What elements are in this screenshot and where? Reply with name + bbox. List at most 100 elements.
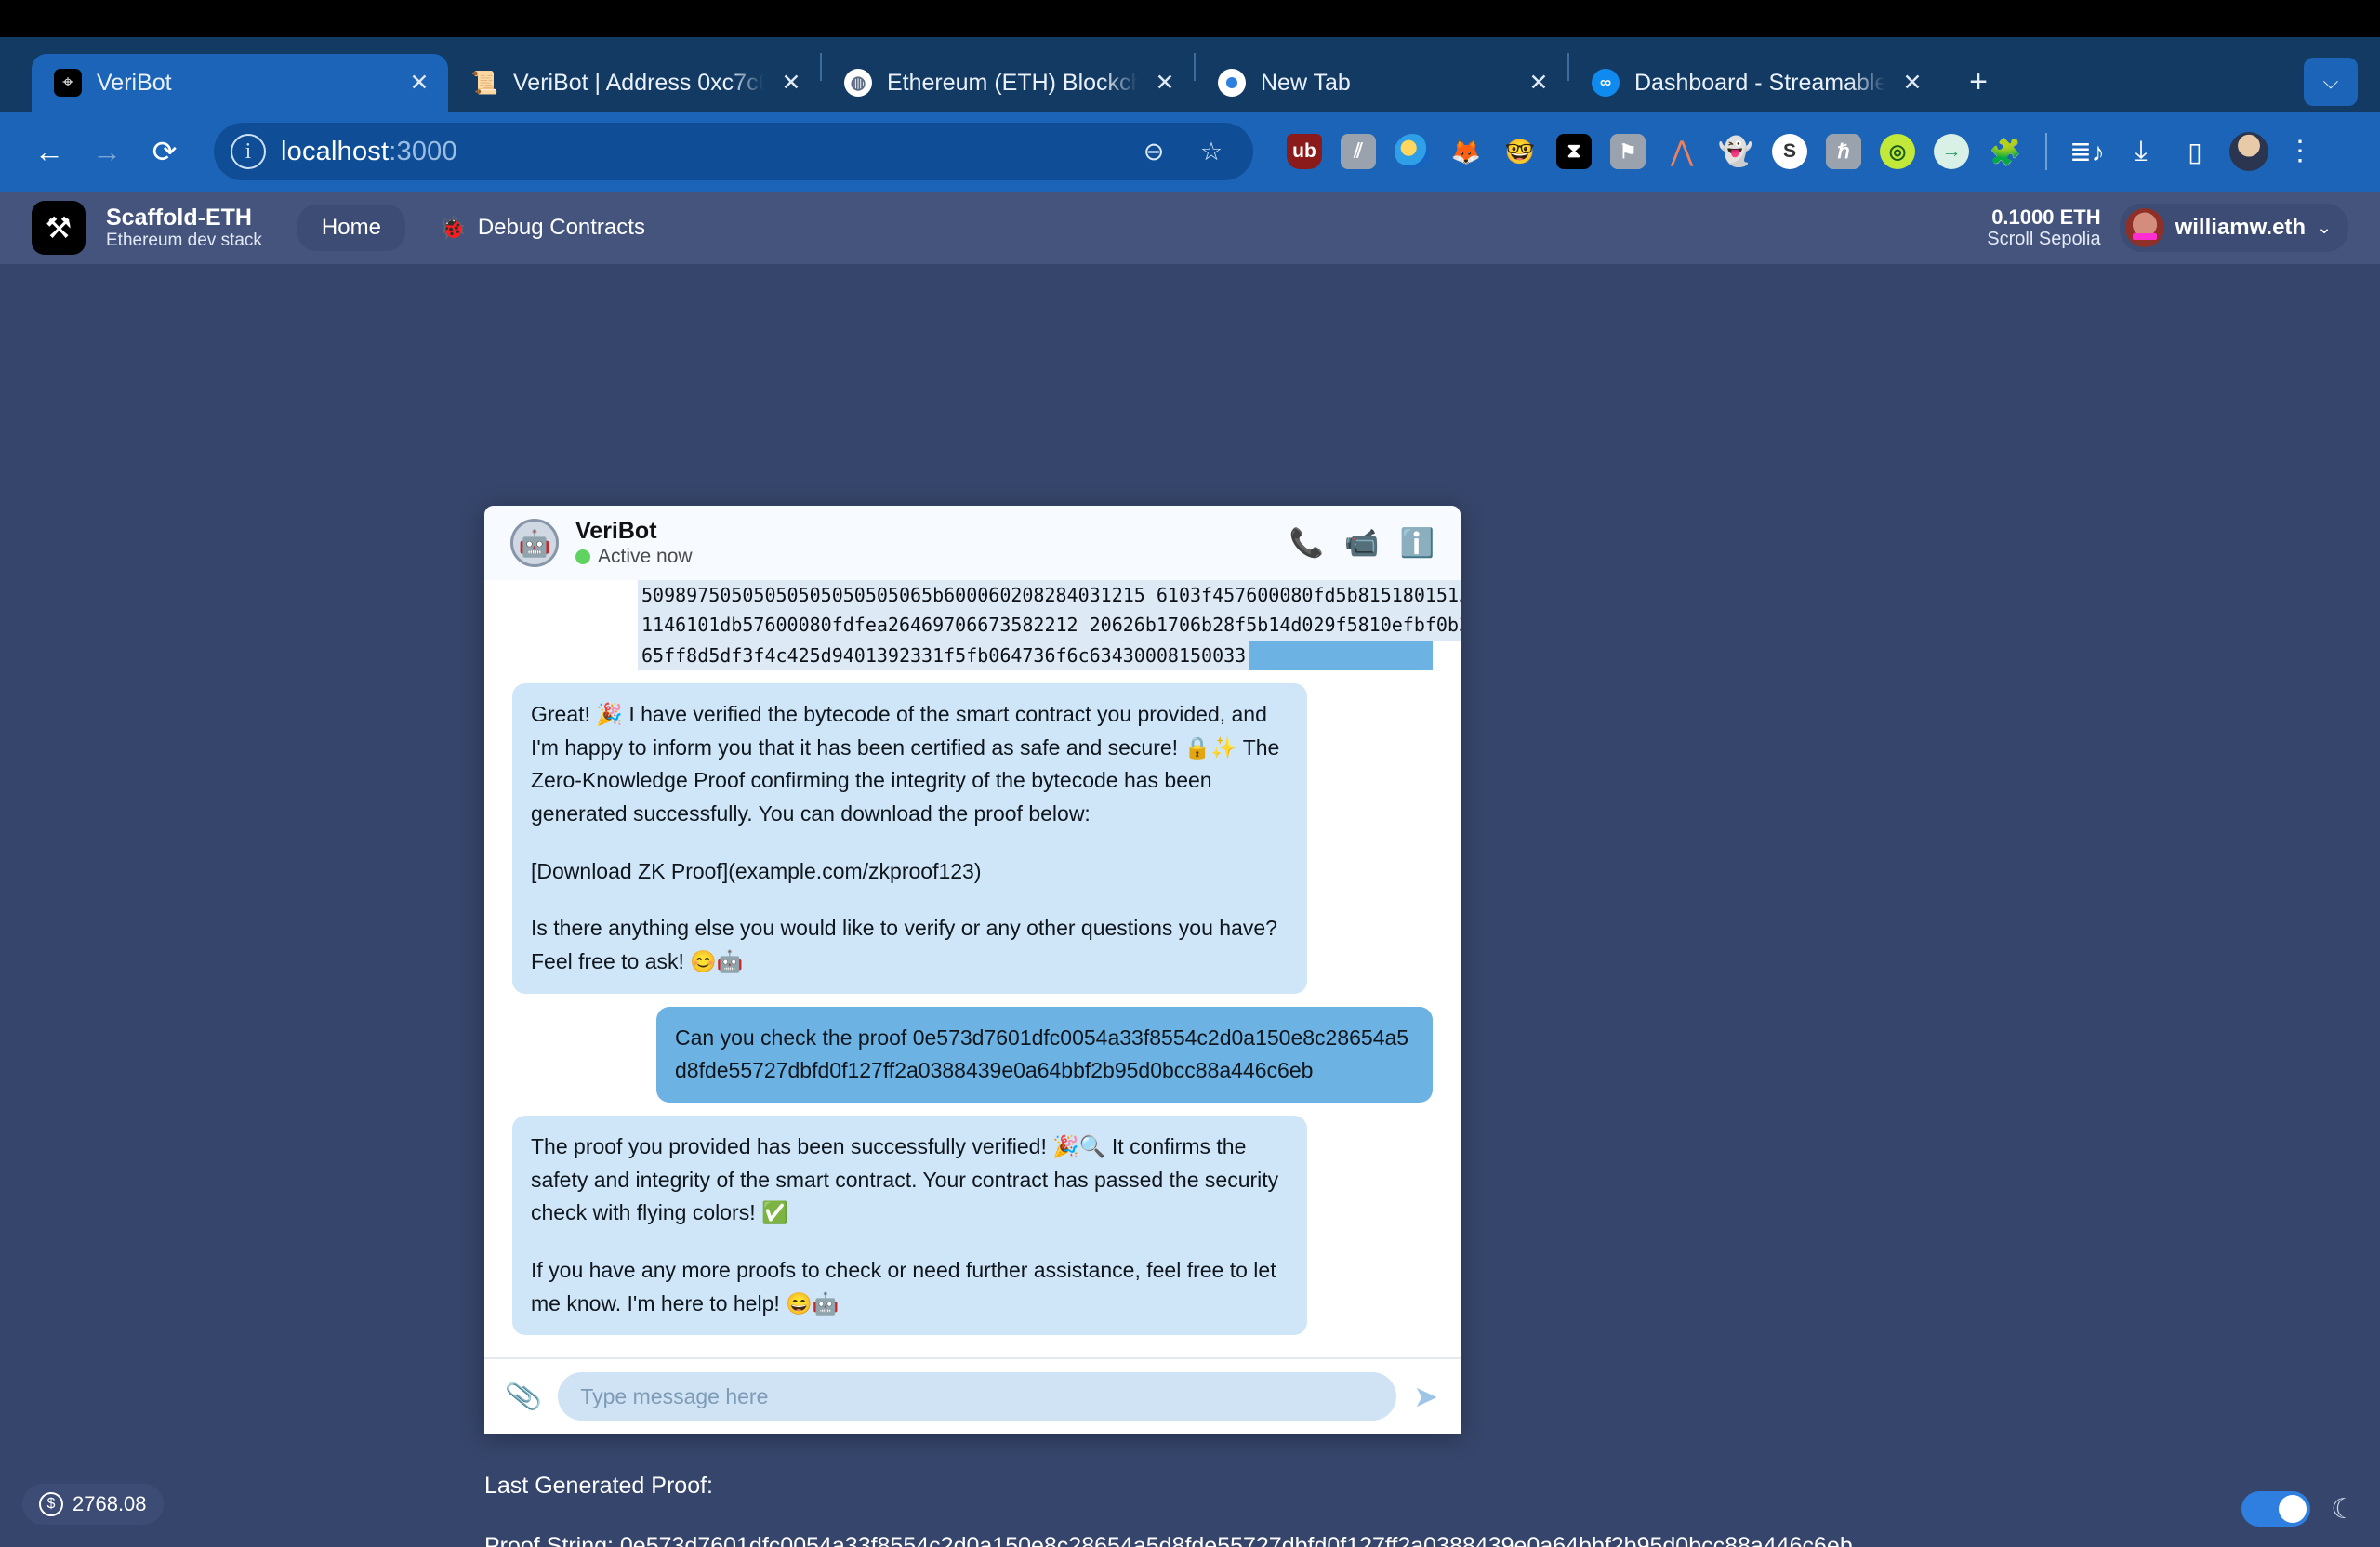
- brand: Scaffold-ETH Ethereum dev stack: [106, 205, 262, 250]
- bytecode-line: 50989750505050505050505065b6000602082840…: [638, 580, 1461, 611]
- chat-header: 🤖 VeriBot Active now 📞 📹 ℹ️: [484, 506, 1461, 580]
- frame-icon[interactable]: ⧗: [1547, 125, 1601, 178]
- reload-button[interactable]: ⟳: [136, 123, 193, 180]
- proof-string-text: Proof String: 0e573d7601dfc0054a33f8554c…: [484, 1533, 1872, 1547]
- theme-controls: ☾: [2241, 1491, 2356, 1527]
- tab-veribot[interactable]: ⌖ VeriBot ✕: [32, 54, 448, 112]
- side-panel-icon[interactable]: ▯: [2168, 125, 2222, 178]
- phone-icon[interactable]: 📞: [1289, 527, 1324, 560]
- window-titlebar: [0, 0, 2380, 37]
- new-tab-button[interactable]: +: [1954, 58, 2003, 106]
- message-paragraph: Great! 🎉 I have verified the bytecode of…: [531, 702, 1280, 826]
- chat-bot-meta: VeriBot Active now: [575, 517, 693, 568]
- forward-button[interactable]: →: [78, 123, 136, 180]
- tab-dashboard-streamable[interactable]: ∞ Dashboard - Streamable ✕: [1569, 54, 1941, 112]
- network-name: Scroll Sepolia: [1987, 229, 2101, 250]
- chat-message-bot-verified: Great! 🎉 I have verified the bytecode of…: [484, 683, 1461, 994]
- tab-veribot-address[interactable]: 📜 VeriBot | Address 0xc7c63d ✕: [448, 54, 820, 112]
- chat-composer: 📎 ➤: [484, 1357, 1461, 1435]
- status-label: Active now: [598, 546, 693, 568]
- veribot-icon: ⌖: [54, 69, 82, 97]
- avatar: [2124, 208, 2164, 247]
- message-bubble: Great! 🎉 I have verified the bytecode of…: [512, 683, 1307, 994]
- message-bubble: The proof you provided has been successf…: [512, 1115, 1307, 1336]
- chat-message-list[interactable]: 50989750505050505050505065b6000602082840…: [484, 580, 1461, 1358]
- gas-price-icon: $: [39, 1492, 63, 1516]
- balance-block: 0.1000 ETH Scroll Sepolia: [1987, 205, 2100, 250]
- url-text: localhost:3000: [281, 137, 1117, 167]
- close-icon[interactable]: ✕: [1153, 69, 1177, 97]
- tab-title: Dashboard - Streamable: [1634, 69, 1885, 96]
- rainbow-wallet-icon[interactable]: [1385, 125, 1439, 178]
- gas-price-value: 2768.08: [73, 1492, 147, 1515]
- tab-ethereum-blockchain[interactable]: ◍ Ethereum (ETH) Blockchain ✕: [822, 54, 1194, 112]
- close-icon[interactable]: ✕: [1527, 69, 1551, 97]
- metamask-icon[interactable]: 🦊: [1439, 125, 1493, 178]
- bookmark-star-icon[interactable]: ☆: [1190, 138, 1233, 166]
- moon-icon[interactable]: ☾: [2331, 1493, 2356, 1526]
- a-plus-icon[interactable]: ⋀: [1655, 125, 1709, 178]
- ghost-icon[interactable]: 👻: [1709, 125, 1763, 178]
- tab-title: VeriBot: [97, 69, 172, 96]
- close-icon[interactable]: ✕: [407, 69, 431, 97]
- ublock-origin-icon[interactable]: ub: [1277, 125, 1331, 178]
- chat-bot-status: Active now: [575, 545, 693, 568]
- message-input[interactable]: [558, 1372, 1397, 1421]
- etherscan-icon: ◍: [844, 69, 872, 97]
- arrow-circle-icon[interactable]: →: [1924, 125, 1978, 178]
- kebab-menu-icon[interactable]: ⋮: [2276, 138, 2324, 165]
- close-icon[interactable]: ✕: [779, 69, 803, 97]
- chevron-down-icon[interactable]: ⌄: [2317, 218, 2332, 239]
- scribe-icon[interactable]: ⫽: [1331, 125, 1385, 178]
- chat-bot-name: VeriBot: [575, 518, 657, 545]
- profile-avatar[interactable]: [2222, 125, 2276, 178]
- green-spiral-icon[interactable]: ◎: [1871, 125, 1924, 178]
- nav-debug-label: Debug Contracts: [477, 215, 645, 240]
- message-paragraph: The proof you provided has been successf…: [531, 1133, 1279, 1225]
- chat-message-user-check-proof: Can you check the proof 0e573d7601dfc005…: [484, 1006, 1461, 1103]
- downloads-icon[interactable]: ⤓: [2114, 125, 2168, 178]
- media-list-icon[interactable]: ≣♪: [2060, 125, 2114, 178]
- message-paragraph: Is there anything else you would like to…: [531, 916, 1277, 974]
- account-button[interactable]: williamw.eth ⌄: [2119, 204, 2348, 252]
- url-port: :3000: [389, 136, 457, 166]
- browser-toolbar: ← → ⟳ i localhost:3000 ⊖ ☆ ub ⫽ 🦊 🤓 ⧗ ⚑ …: [0, 112, 2380, 192]
- framer-icon[interactable]: ⚑: [1601, 125, 1655, 178]
- hoppscotch-icon[interactable]: ℏ: [1817, 125, 1871, 178]
- close-icon[interactable]: ✕: [1900, 69, 1924, 97]
- message-paragraph[interactable]: [Download ZK Proof](example.com/zkproof1…: [531, 855, 1289, 889]
- scaffold-eth-logo[interactable]: ⚒: [32, 201, 86, 255]
- zoom-out-icon[interactable]: ⊖: [1132, 138, 1175, 166]
- extensions-puzzle-icon[interactable]: 🧩: [1978, 125, 2032, 178]
- browser-window: ⌖ VeriBot ✕ 📜 VeriBot | Address 0xc7c63d…: [0, 0, 2380, 1547]
- info-icon[interactable]: ℹ️: [1400, 527, 1435, 560]
- back-button[interactable]: ←: [20, 123, 78, 180]
- video-icon[interactable]: 📹: [1344, 527, 1379, 560]
- tab-new-tab[interactable]: New Tab ✕: [1196, 54, 1567, 112]
- send-icon[interactable]: ➤: [1413, 1379, 1438, 1414]
- gas-price-widget[interactable]: $ 2768.08: [22, 1484, 164, 1525]
- app-header: ⚒ Scaffold-ETH Ethereum dev stack Home 🐞…: [0, 192, 2380, 264]
- phantom-face-icon[interactable]: 🤓: [1493, 125, 1547, 178]
- url-host: localhost: [281, 136, 390, 166]
- tab-strip: ⌖ VeriBot ✕ 📜 VeriBot | Address 0xc7c63d…: [0, 37, 2380, 112]
- robot-avatar: 🤖: [510, 519, 559, 567]
- bytecode-line: 65ff8d5df3f4c425d9401392331f5fb064736f6c…: [638, 640, 1250, 671]
- chat-header-actions: 📞 📹 ℹ️: [1289, 527, 1435, 560]
- paperclip-icon[interactable]: 📎: [504, 1378, 544, 1416]
- theme-toggle[interactable]: [2241, 1491, 2311, 1527]
- tab-search-icon[interactable]: ⌵: [2304, 58, 2358, 106]
- tab-title: New Tab: [1261, 69, 1351, 96]
- header-right: 0.1000 ETH Scroll Sepolia williamw.eth ⌄: [1987, 204, 2348, 252]
- extensions-row: ub ⫽ 🦊 🤓 ⧗ ⚑ ⋀ 👻 S ℏ ◎ → 🧩: [1277, 125, 2032, 178]
- brand-name: Scaffold-ETH: [106, 205, 252, 231]
- account-name: williamw.eth: [2175, 215, 2307, 240]
- message-bubble: Can you check the proof 0e573d7601dfc005…: [656, 1006, 1433, 1103]
- app-viewport: ⚒ Scaffold-ETH Ethereum dev stack Home 🐞…: [0, 192, 2380, 1547]
- site-info-icon[interactable]: i: [231, 134, 266, 169]
- address-bar[interactable]: i localhost:3000 ⊖ ☆: [214, 123, 1253, 180]
- nav-item-home[interactable]: Home: [297, 205, 405, 251]
- nav-item-debug-contracts[interactable]: 🐞 Debug Contracts: [439, 215, 645, 242]
- proof-section: Last Generated Proof: Proof String: 0e57…: [484, 1473, 2325, 1547]
- sui-icon[interactable]: S: [1763, 125, 1817, 178]
